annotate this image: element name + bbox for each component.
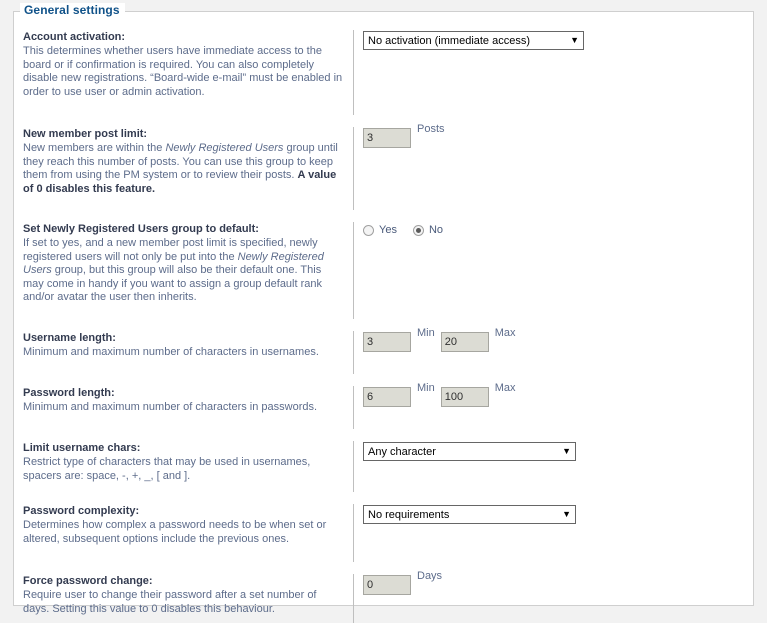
setting-text: Force password change: Require user to c…: [23, 574, 353, 616]
panel-legend: General settings: [20, 3, 125, 17]
username-max-unit-label: Max: [494, 327, 516, 339]
setting-description: Require user to change their password af…: [23, 589, 317, 615]
account-activation-select[interactable]: No activation (immediate access) ▼: [363, 31, 584, 50]
setting-description: Restrict type of characters that may be …: [23, 456, 311, 482]
radio-option-no[interactable]: No: [412, 224, 444, 236]
limit-username-chars-select[interactable]: Any character ▼: [363, 442, 576, 461]
setting-control: 3 Min 20 Max: [353, 327, 739, 374]
setting-text: Account activation: This determines whet…: [23, 30, 353, 99]
setting-control: Any character ▼: [353, 441, 739, 492]
setting-label: Limit username chars:: [23, 442, 141, 454]
password-complexity-value: No requirements: [368, 508, 450, 521]
password-complexity-select[interactable]: No requirements ▼: [363, 505, 576, 524]
setting-description: Minimum and maximum number of characters…: [23, 346, 319, 358]
setting-label: New member post limit:: [23, 128, 148, 140]
desc-emphasis: Newly Registered Users: [165, 142, 284, 154]
general-settings-panel: General settings Account activation: Thi…: [13, 3, 754, 623]
setting-row-password-length: Password length: Minimum and maximum num…: [23, 382, 739, 429]
setting-text: Password length: Minimum and maximum num…: [23, 386, 353, 415]
settings-page: General settings Account activation: Thi…: [0, 0, 767, 623]
setting-control: 6 Min 100 Max: [353, 382, 739, 429]
chevron-down-icon: ▼: [562, 446, 571, 456]
password-length-field-line: 6 Min 100 Max: [363, 382, 739, 407]
setting-row-limit-username-chars: Limit username chars: Restrict type of c…: [23, 441, 739, 492]
setting-description: New members are within the Newly Registe…: [23, 142, 345, 196]
setting-text: Set Newly Registered Users group to defa…: [23, 222, 353, 305]
force-password-change-field-line: 0 Days: [363, 570, 739, 595]
setting-control: 3 Posts: [353, 123, 739, 210]
radio-option-yes[interactable]: Yes: [363, 224, 397, 236]
setting-text: New member post limit: New members are w…: [23, 127, 353, 196]
force-password-change-unit-label: Days: [417, 570, 443, 582]
post-limit-unit-label: Posts: [417, 123, 445, 135]
username-max-length-input[interactable]: 20: [440, 332, 489, 352]
chevron-down-icon: ▼: [570, 35, 579, 45]
setting-label: Password complexity:: [23, 505, 140, 517]
setting-description: If set to yes, and a new member post lim…: [23, 237, 345, 305]
radio-no-icon[interactable]: [412, 224, 424, 236]
setting-row-newly-registered-default-group: Set Newly Registered Users group to defa…: [23, 222, 739, 319]
limit-username-chars-value: Any character: [368, 445, 436, 458]
username-min-unit-label: Min: [417, 327, 435, 339]
setting-description: Minimum and maximum number of characters…: [23, 401, 318, 413]
setting-label: Username length:: [23, 332, 116, 344]
radio-yes-icon[interactable]: [363, 224, 374, 236]
radio-no-label: No: [428, 224, 444, 236]
password-max-length-input[interactable]: 100: [440, 387, 489, 407]
setting-text: Username length: Minimum and maximum num…: [23, 331, 353, 360]
password-min-length-input[interactable]: 6: [363, 387, 411, 407]
username-length-field-line: 3 Min 20 Max: [363, 327, 739, 352]
desc-part-2: group, but this group will also be their…: [23, 264, 323, 304]
chevron-down-icon: ▼: [562, 509, 571, 519]
desc-part-1: New members are within the: [23, 142, 166, 154]
setting-text: Limit username chars: Restrict type of c…: [23, 441, 353, 483]
default-group-radio-group: Yes No: [363, 223, 739, 236]
settings-list: Account activation: This determines whet…: [14, 12, 753, 623]
setting-row-password-complexity: Password complexity: Determines how comp…: [23, 504, 739, 562]
password-min-unit-label: Min: [417, 382, 435, 394]
setting-description: This determines whether users have immed…: [23, 45, 343, 98]
setting-control: 0 Days: [353, 570, 739, 623]
account-activation-value: No activation (immediate access): [368, 34, 531, 47]
setting-label: Password length:: [23, 387, 115, 399]
radio-yes-label: Yes: [379, 224, 397, 236]
force-password-change-input[interactable]: 0: [363, 575, 411, 595]
setting-description: Determines how complex a password needs …: [23, 519, 327, 545]
setting-row-force-password-change: Force password change: Require user to c…: [23, 570, 739, 623]
setting-control: Yes No: [353, 222, 739, 319]
setting-row-new-member-post-limit: New member post limit: New members are w…: [23, 123, 739, 210]
post-limit-field-line: 3 Posts: [363, 123, 739, 148]
username-min-length-input[interactable]: 3: [363, 332, 411, 352]
setting-label: Force password change:: [23, 575, 153, 587]
setting-label: Set Newly Registered Users group to defa…: [23, 223, 259, 235]
setting-text: Password complexity: Determines how comp…: [23, 504, 353, 546]
setting-row-username-length: Username length: Minimum and maximum num…: [23, 327, 739, 374]
setting-control: No activation (immediate access) ▼: [353, 30, 739, 115]
setting-control: No requirements ▼: [353, 504, 739, 562]
setting-row-account-activation: Account activation: This determines whet…: [23, 30, 739, 115]
password-max-unit-label: Max: [494, 382, 516, 394]
setting-label: Account activation:: [23, 31, 126, 43]
new-member-post-limit-input[interactable]: 3: [363, 128, 411, 148]
